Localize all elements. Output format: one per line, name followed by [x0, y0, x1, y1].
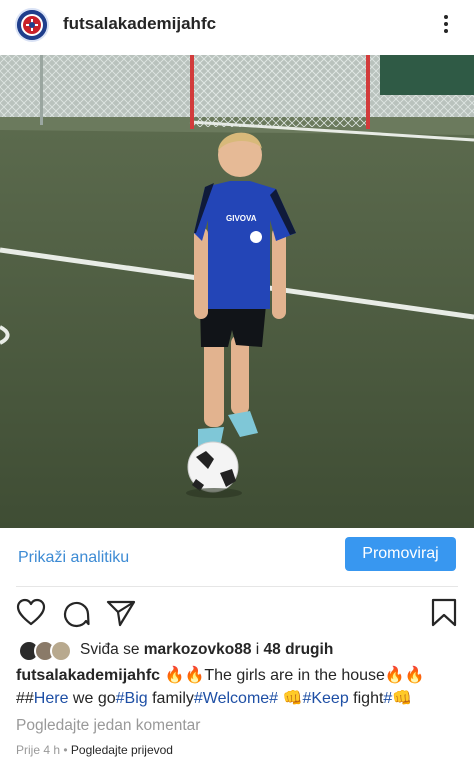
likes-row[interactable]: Sviđa se markozovko88 i 48 drugih	[18, 640, 458, 662]
hashtag[interactable]: Here	[34, 690, 69, 707]
hashtag[interactable]: #	[383, 690, 392, 707]
post-timestamp: Prije 4 h	[16, 743, 61, 757]
caption-text: family	[147, 690, 194, 707]
post-header: futsalakademijahfc	[0, 0, 474, 52]
likes-joiner: i	[255, 641, 260, 658]
liker-username[interactable]: markozovko88	[144, 641, 252, 658]
promote-button[interactable]: Promoviraj	[345, 537, 456, 571]
fist-emoji: 👊	[392, 690, 413, 707]
hashtag[interactable]: #Keep	[302, 690, 348, 707]
more-options-icon[interactable]	[436, 12, 456, 38]
caption: futsalakademijahfc 🔥🔥The girls are in th…	[16, 664, 464, 710]
heart-icon[interactable]	[16, 598, 46, 626]
caption-text: ##	[16, 690, 34, 707]
avatar[interactable]	[15, 8, 49, 42]
view-comments-link[interactable]: Pogledajte jedan komentar	[16, 717, 200, 735]
likes-others-count[interactable]: 48 drugih	[264, 641, 334, 658]
fire-emoji: 🔥🔥	[164, 667, 205, 684]
caption-text: The girls are in the house	[204, 667, 385, 684]
meta-separator: •	[60, 743, 71, 757]
see-translation-link[interactable]: Pogledajte prijevod	[71, 743, 173, 757]
avatar	[50, 640, 72, 662]
hashtag[interactable]: #Welcome#	[194, 690, 278, 707]
username[interactable]: futsalakademijahfc	[63, 14, 216, 34]
post-meta: Prije 4 h • Pogledajte prijevod	[16, 743, 173, 757]
hashtag[interactable]: #Big	[116, 690, 148, 707]
view-insights-link[interactable]: Prikaži analitiku	[18, 549, 129, 567]
svg-text:GIVOVA: GIVOVA	[226, 214, 257, 223]
share-icon[interactable]	[106, 598, 136, 628]
divider	[16, 586, 458, 587]
fire-emoji: 🔥🔥	[384, 667, 425, 684]
liker-avatars	[18, 640, 74, 662]
caption-text: we go	[68, 690, 116, 707]
likes-prefix: Sviđa se	[80, 641, 140, 658]
likes-text: Sviđa se markozovko88 i 48 drugih	[80, 641, 333, 659]
post-image[interactable]: GIVOVA	[0, 55, 474, 528]
caption-text: fight	[348, 690, 384, 707]
bookmark-icon[interactable]	[431, 598, 457, 628]
caption-username[interactable]: futsalakademijahfc	[16, 667, 160, 684]
fist-emoji: 👊	[282, 690, 303, 707]
comment-icon[interactable]	[62, 598, 92, 628]
